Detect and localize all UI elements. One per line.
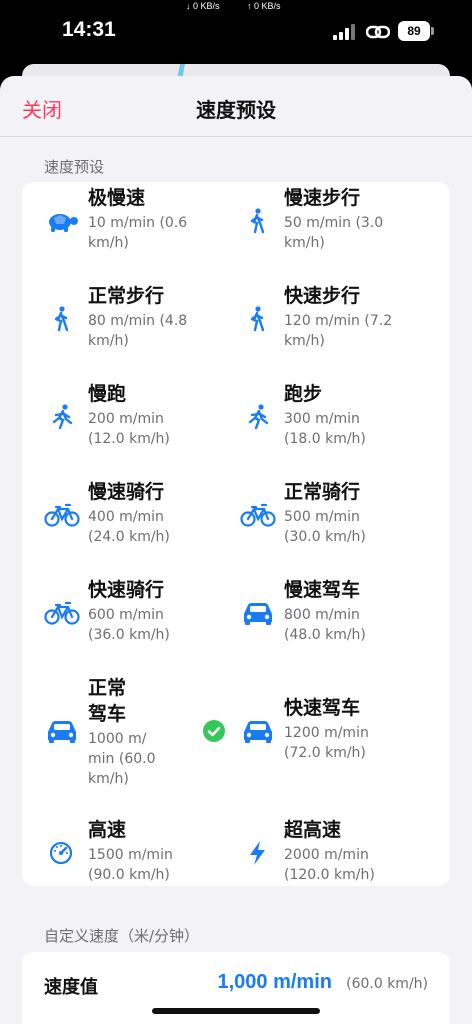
preset-speed-line1: 2000 m/min	[284, 847, 369, 863]
preset-name-line2: 驾车	[88, 703, 127, 725]
walk-icon	[44, 306, 80, 332]
preset-speed-line2: km/h)	[284, 235, 325, 251]
cellular-signal-icon	[333, 24, 355, 40]
car-icon	[240, 718, 276, 744]
speed-value[interactable]: 1,000 m/min	[217, 971, 332, 994]
bicycle-icon	[240, 502, 276, 528]
walk-icon	[240, 208, 276, 234]
preset-speed-line2: km/h)	[88, 333, 129, 349]
preset-grid: 极慢速 10 m/min (0.6 km/h) 慢速步行 50 m/min (3…	[22, 182, 450, 886]
preset-speed-line1: 500 m/min	[284, 509, 360, 525]
presets-section-label: 速度预设	[44, 158, 105, 176]
preset-speed-line1: 120 m/min (7.2	[284, 313, 393, 329]
speed-value-label: 速度值	[44, 977, 98, 998]
preset-speed-line2: (24.0 km/h)	[88, 529, 170, 545]
walk-icon	[240, 306, 276, 332]
preset-name: 慢跑	[88, 383, 127, 405]
preset-speed-line1: 400 m/min	[88, 509, 164, 525]
preset-speed-line2: (90.0 km/h)	[88, 867, 170, 883]
bicycle-icon	[44, 600, 80, 626]
preset-speed-line1: 300 m/min	[284, 411, 360, 427]
turtle-icon	[44, 208, 80, 234]
preset-speed-line2: (120.0 km/h)	[284, 867, 375, 883]
preset-name: 慢速驾车	[284, 579, 361, 601]
speed-preset-sheet: 关闭 速度预设 速度预设 极慢速 10 m/min (0.6 km/h) 慢速步…	[0, 76, 472, 1024]
download-speed: ↓ 0 KB/s	[186, 1, 220, 11]
upload-speed: ↑ 0 KB/s	[247, 1, 281, 11]
car-icon	[240, 600, 276, 626]
run-icon	[240, 404, 276, 430]
nav-bar: 关闭 速度预设	[0, 76, 472, 137]
status-bar: 14:31 ↓ 0 KB/s ↑ 0 KB/s 89	[0, 0, 472, 62]
custom-section-label: 自定义速度（米/分钟）	[44, 927, 200, 945]
preset-name: 超高速	[284, 819, 342, 841]
preset-name: 跑步	[284, 383, 323, 405]
preset-speed-line2: (48.0 km/h)	[284, 627, 366, 643]
preset-name-line1: 正常	[88, 677, 127, 699]
preset-speed-line2: (36.0 km/h)	[88, 627, 170, 643]
preset-speed-line1: 800 m/min	[284, 607, 360, 623]
link-icon	[366, 25, 390, 39]
preset-name: 快速骑行	[88, 579, 165, 601]
preset-speed-line1: 10 m/min (0.6	[88, 215, 188, 231]
preset-speed-line1: 1500 m/min	[88, 847, 173, 863]
speedometer-icon	[44, 840, 80, 866]
preset-speed-line1: 1000 m/	[88, 731, 147, 747]
battery-tip	[431, 27, 434, 35]
preset-name: 慢速步行	[284, 187, 361, 209]
run-icon	[44, 404, 80, 430]
preset-name: 正常步行	[88, 285, 165, 307]
preset-speed-line1: 200 m/min	[88, 411, 164, 427]
preset-speed-line2: km/h)	[88, 235, 129, 251]
preset-name: 快速驾车	[284, 697, 361, 719]
preset-speed-line3: km/h)	[88, 771, 129, 787]
preset-speed-line1: 50 m/min (3.0	[284, 215, 384, 231]
preset-name: 慢速骑行	[88, 481, 165, 503]
status-time: 14:31	[62, 18, 116, 41]
preset-speed-line1: 600 m/min	[88, 607, 164, 623]
speed-kmh: (60.0 km/h)	[346, 976, 428, 992]
preset-name: 高速	[88, 819, 127, 841]
preset-speed-line1: 80 m/min (4.8	[88, 313, 188, 329]
preset-speed-line2: (12.0 km/h)	[88, 431, 170, 447]
preset-speed-line1: 1200 m/min	[284, 725, 369, 741]
bicycle-icon	[44, 502, 80, 528]
preset-speed-line2: km/h)	[284, 333, 325, 349]
preset-speed-line2: min (60.0	[88, 751, 156, 767]
preset-speed-line2: (30.0 km/h)	[284, 529, 366, 545]
preset-speed-line2: (18.0 km/h)	[284, 431, 366, 447]
car-icon	[44, 718, 80, 744]
preset-name: 正常骑行	[284, 481, 361, 503]
preset-speed-line2: (72.0 km/h)	[284, 745, 366, 761]
selected-check-icon	[203, 720, 225, 742]
bolt-icon	[240, 840, 276, 866]
battery-level: 89	[398, 21, 430, 41]
preset-name: 极慢速	[88, 187, 146, 209]
home-indicator[interactable]	[152, 1008, 320, 1014]
page-title: 速度预设	[196, 98, 276, 122]
preset-name: 快速步行	[284, 285, 361, 307]
